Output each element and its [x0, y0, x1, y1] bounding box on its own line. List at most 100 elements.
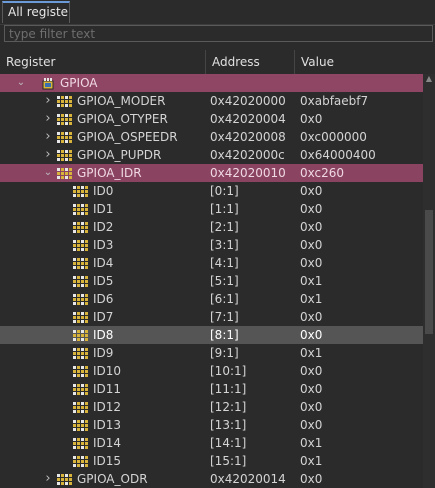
register-address: [4:1] — [210, 256, 239, 270]
register-name: ID7 — [93, 310, 114, 324]
register-name: ID12 — [93, 400, 122, 414]
field-row[interactable]: ID0 [0:1] 0x0 — [0, 182, 423, 200]
register-bits-icon — [57, 95, 73, 107]
register-value[interactable]: 0xc000000 — [300, 128, 367, 146]
register-name: ID5 — [93, 274, 114, 288]
register-value[interactable]: 0x0 — [300, 182, 322, 200]
register-name: ID10 — [93, 364, 122, 378]
column-header-address[interactable]: Address — [206, 50, 295, 74]
register-name: GPIOA_OSPEEDR — [77, 130, 178, 144]
register-bits-icon — [73, 239, 89, 251]
field-row[interactable]: ID10 [10:1] 0x0 — [0, 362, 423, 380]
register-bits-icon — [73, 347, 89, 359]
register-address: [10:1] — [210, 364, 247, 378]
register-bits-icon — [73, 311, 89, 323]
register-tree: ⌄ GPIOA › GPIOA_MODER 0x42020000 0xabfaebf7 › G… — [0, 74, 423, 488]
register-row[interactable]: ⌄ GPIOA_IDR 0x42020010 0xc260 — [0, 164, 423, 182]
register-bits-icon — [73, 257, 89, 269]
register-value[interactable]: 0x1 — [300, 434, 322, 452]
register-bits-icon — [73, 203, 89, 215]
peripheral-row[interactable]: ⌄ GPIOA — [0, 74, 423, 92]
column-header-value[interactable]: Value — [295, 50, 435, 74]
register-row[interactable]: › GPIOA_OTYPER 0x42020004 0x0 — [0, 110, 423, 128]
register-bits-icon — [57, 167, 73, 179]
register-bits-icon — [57, 473, 73, 485]
register-value[interactable]: 0x0 — [300, 308, 322, 326]
scroll-up-arrow-icon[interactable]: ▲ — [423, 74, 435, 84]
register-value[interactable]: 0x0 — [300, 362, 322, 380]
register-name: GPIOA_IDR — [77, 166, 142, 180]
register-value[interactable]: 0xc260 — [300, 164, 344, 182]
register-value[interactable]: 0x64000400 — [300, 146, 376, 164]
field-row[interactable]: ID1 [1:1] 0x0 — [0, 200, 423, 218]
vertical-scrollbar[interactable] — [423, 74, 435, 488]
register-address: [5:1] — [210, 274, 239, 288]
field-row[interactable]: ID7 [7:1] 0x0 — [0, 308, 423, 326]
peripheral-chip-icon — [40, 77, 56, 90]
register-value[interactable]: 0x0 — [300, 236, 322, 254]
field-row[interactable]: ID9 [9:1] 0x1 — [0, 344, 423, 362]
field-row[interactable]: ID4 [4:1] 0x0 — [0, 254, 423, 272]
filter-input[interactable] — [4, 25, 433, 42]
scrollbar-thumb[interactable] — [425, 210, 433, 334]
register-address: [13:1] — [210, 418, 247, 432]
expand-chevron-right-icon[interactable]: › — [43, 128, 53, 146]
field-row[interactable]: ID2 [2:1] 0x0 — [0, 218, 423, 236]
register-bits-icon — [73, 419, 89, 431]
register-name: ID11 — [93, 382, 122, 396]
expand-chevron-right-icon[interactable]: › — [43, 110, 53, 128]
register-value[interactable]: 0x1 — [300, 272, 322, 290]
register-bits-icon — [73, 455, 89, 467]
register-address: [1:1] — [210, 202, 239, 216]
register-bits-icon — [73, 437, 89, 449]
register-value[interactable]: 0x0 — [300, 398, 322, 416]
column-header-register[interactable]: Register — [0, 50, 206, 74]
register-row[interactable]: › GPIOA_OSPEEDR 0x42020008 0xc000000 — [0, 128, 423, 146]
expand-chevron-right-icon[interactable]: › — [43, 92, 53, 110]
register-value[interactable]: 0x1 — [300, 290, 322, 308]
expand-chevron-down-icon[interactable]: ⌄ — [43, 164, 53, 182]
register-value[interactable]: 0x1 — [300, 452, 322, 470]
register-name: GPIOA_PUPDR — [77, 148, 162, 162]
field-row[interactable]: ID3 [3:1] 0x0 — [0, 236, 423, 254]
register-address: [8:1] — [210, 328, 239, 342]
register-address: [14:1] — [210, 436, 247, 450]
register-address: 0x42020014 — [210, 472, 286, 486]
register-name: GPIOA_OTYPER — [77, 112, 168, 126]
register-name: ID1 — [93, 202, 114, 216]
expand-chevron-right-icon[interactable]: › — [43, 146, 53, 164]
field-row[interactable]: ID5 [5:1] 0x1 — [0, 272, 423, 290]
register-bits-icon — [73, 275, 89, 287]
register-value[interactable]: 0x0 — [300, 380, 322, 398]
tab-all-registers[interactable]: All registers — [2, 1, 70, 23]
field-row[interactable]: ID11 [11:1] 0x0 — [0, 380, 423, 398]
register-name: ID13 — [93, 418, 122, 432]
register-row[interactable]: › GPIOA_PUPDR 0x4202000c 0x64000400 — [0, 146, 423, 164]
register-value[interactable]: 0x0 — [300, 218, 322, 236]
field-row[interactable]: ID12 [12:1] 0x0 — [0, 398, 423, 416]
register-value[interactable]: 0x0 — [300, 326, 322, 344]
register-row[interactable]: › GPIOA_ODR 0x42020014 0x0 — [0, 470, 423, 488]
field-row[interactable]: ID13 [13:1] 0x0 — [0, 416, 423, 434]
field-row[interactable]: ID6 [6:1] 0x1 — [0, 290, 423, 308]
expand-chevron-right-icon[interactable]: › — [43, 470, 53, 488]
register-row[interactable]: › GPIOA_MODER 0x42020000 0xabfaebf7 — [0, 92, 423, 110]
expand-chevron-down-icon[interactable]: ⌄ — [16, 74, 26, 92]
register-address: [3:1] — [210, 238, 239, 252]
field-row[interactable]: ID15 [15:1] 0x1 — [0, 452, 423, 470]
register-bits-icon — [57, 149, 73, 161]
register-bits-icon — [73, 221, 89, 233]
register-value[interactable]: 0xabfaebf7 — [300, 92, 368, 110]
register-value[interactable]: 0x0 — [300, 470, 322, 488]
field-row[interactable]: ID14 [14:1] 0x1 — [0, 434, 423, 452]
register-value[interactable]: 0x0 — [300, 416, 322, 434]
column-header-row: Register Address Value — [0, 50, 435, 75]
register-name: ID3 — [93, 238, 114, 252]
register-value[interactable]: 0x1 — [300, 344, 322, 362]
field-row[interactable]: ID8 [8:1] 0x0 — [0, 326, 423, 344]
register-value[interactable]: 0x0 — [300, 254, 322, 272]
register-value[interactable]: 0x0 — [300, 110, 322, 128]
register-address: [9:1] — [210, 346, 239, 360]
register-value[interactable]: 0x0 — [300, 200, 322, 218]
register-name: ID14 — [93, 436, 122, 450]
